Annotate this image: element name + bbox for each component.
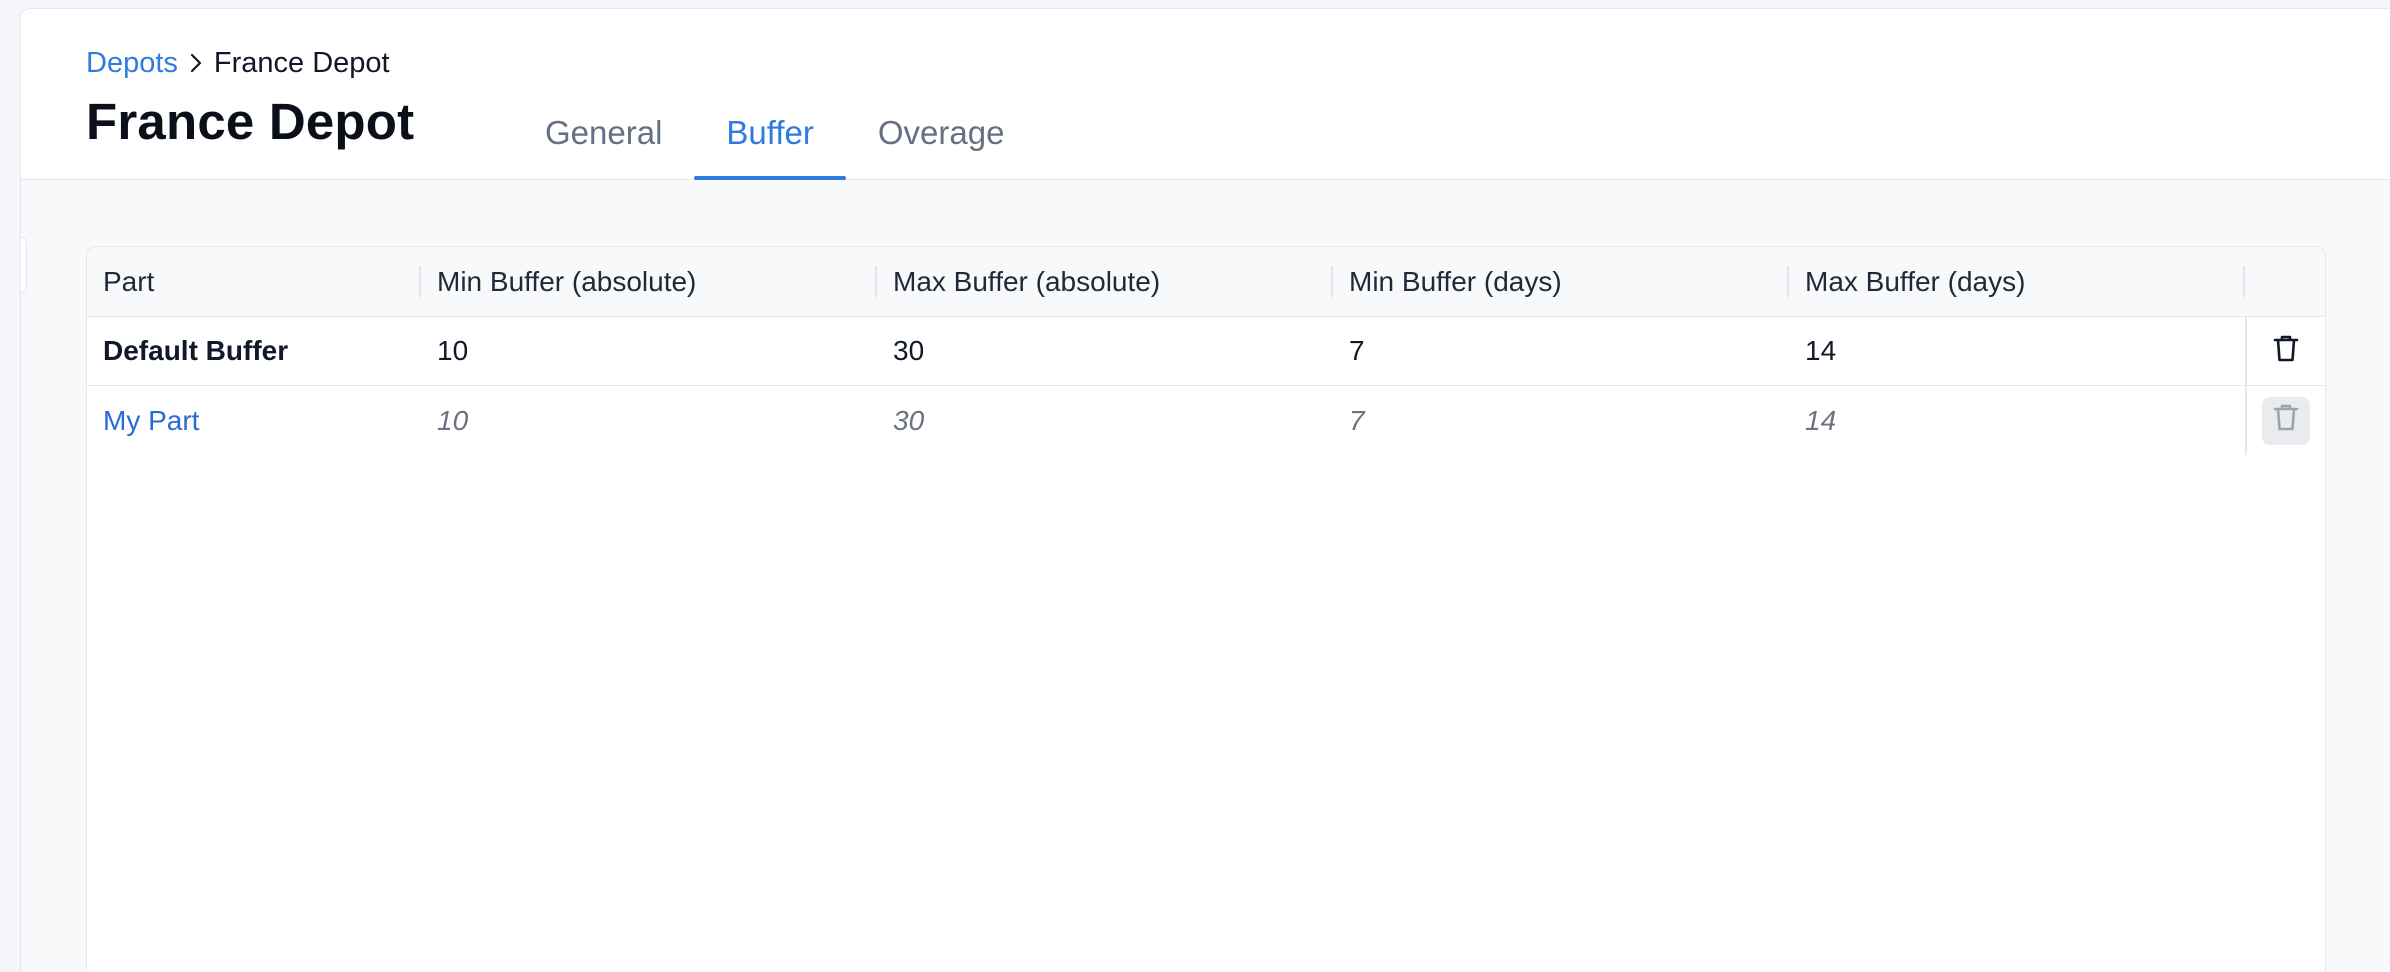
cell-min-buffer-days[interactable]: 7: [1333, 317, 1789, 385]
tab-general[interactable]: General: [513, 101, 694, 180]
column-header-part[interactable]: Part: [87, 247, 421, 316]
trash-icon: [2272, 402, 2300, 439]
sidebar-collapse-handle[interactable]: [21, 237, 27, 293]
cell-max-buffer-days[interactable]: 14: [1789, 386, 2245, 455]
breadcrumb: Depots France Depot: [86, 45, 390, 81]
breadcrumb-current: France Depot: [213, 47, 390, 79]
row-actions: [2245, 386, 2325, 455]
delete-button-disabled[interactable]: [2262, 396, 2310, 445]
cell-max-buffer-absolute[interactable]: 30: [877, 317, 1333, 385]
table-row[interactable]: My Part 10 30 7 14: [87, 386, 2325, 455]
breadcrumb-depots-link[interactable]: Depots: [86, 45, 178, 81]
cell-part: Default Buffer: [103, 335, 289, 366]
cell-min-buffer-absolute[interactable]: 10: [421, 317, 877, 385]
chevron-right-icon: [178, 51, 214, 75]
table-header-row: Part Min Buffer (absolute) Max Buffer (a…: [87, 247, 2325, 317]
column-header-max-buffer-days[interactable]: Max Buffer (days): [1789, 247, 2245, 316]
cell-min-buffer-days[interactable]: 7: [1333, 386, 1789, 455]
tab-overage[interactable]: Overage: [846, 101, 1037, 180]
row-actions: [2245, 317, 2325, 385]
tab-buffer[interactable]: Buffer: [694, 101, 847, 180]
cell-max-buffer-absolute[interactable]: 30: [877, 386, 1333, 455]
column-header-max-buffer-absolute[interactable]: Max Buffer (absolute): [877, 247, 1333, 316]
column-header-min-buffer-days[interactable]: Min Buffer (days): [1333, 247, 1789, 316]
buffer-table: Part Min Buffer (absolute) Max Buffer (a…: [86, 246, 2326, 972]
trash-icon: [2272, 333, 2300, 370]
cell-part-link[interactable]: My Part: [87, 386, 421, 455]
tab-bar: General Buffer Overage: [513, 101, 1036, 180]
column-header-actions: [2245, 247, 2325, 316]
page-title: France Depot: [86, 93, 415, 150]
page-header: Depots France Depot France Depot General…: [21, 9, 2390, 180]
app-window: Depots France Depot France Depot General…: [20, 8, 2390, 972]
table-row[interactable]: Default Buffer 10 30 7 14: [87, 317, 2325, 386]
cell-max-buffer-days[interactable]: 14: [1789, 317, 2245, 385]
cell-min-buffer-absolute[interactable]: 10: [421, 386, 877, 455]
column-header-min-buffer-absolute[interactable]: Min Buffer (absolute): [421, 247, 877, 316]
delete-button[interactable]: [2262, 327, 2310, 375]
